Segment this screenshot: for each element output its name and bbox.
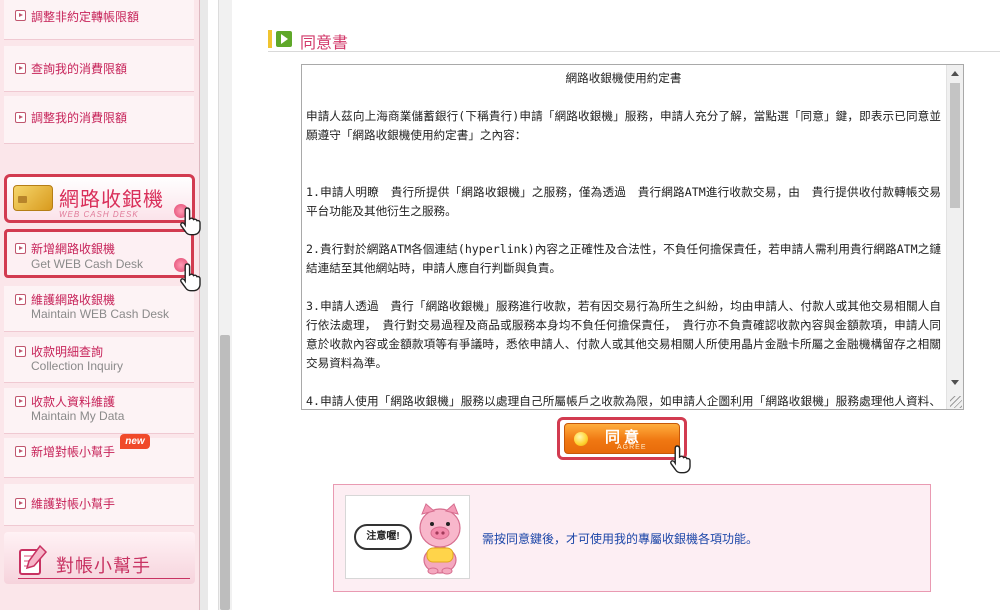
arrow-bullet-icon (15, 346, 26, 357)
terms-paragraph: 4.申請人使用「網路收銀機」服務以處理自己所屬帳戶之收款為限，如申請人企圖利用「… (306, 394, 941, 408)
arrow-bullet-icon (15, 294, 26, 305)
web-cash-desk-banner[interactable]: 網路收銀機 WEB CASH DESK (4, 174, 195, 223)
page-title: 同意書 (300, 35, 349, 52)
heading-accent-bar (268, 30, 272, 48)
terms-paragraph: 1.申請人明瞭 貴行所提供「網路收銀機」之服務，僅為透過 貴行網路ATM進行收款… (306, 185, 941, 218)
sidebar-item-adjust-transfer-limit[interactable]: 調整非約定轉帳限額 (4, 0, 194, 40)
sidebar-item-sublabel: Maintain My Data (31, 409, 125, 423)
reconciliation-helper-banner[interactable]: 對帳小幫手 (4, 532, 195, 584)
pig-mascot-icon (419, 503, 461, 575)
sidebar-item-label: 新增對帳小幫手 (31, 445, 116, 459)
agree-button-face[interactable]: 同意 AGREE (564, 423, 680, 454)
arrow-bullet-icon (15, 396, 26, 407)
arrow-bullet-icon (15, 243, 26, 254)
sidebar-item-label: 收款明細查詢 (31, 345, 104, 359)
sidebar-item-collection-inquiry[interactable]: 收款明細查詢 Collection Inquiry (4, 337, 194, 383)
sidebar-item-adjust-spending-limit[interactable]: 調整我的消費限額 (4, 96, 194, 144)
sidebar-item-sublabel: Get WEB Cash Desk (31, 257, 144, 271)
agree-button-sublabel: AGREE (617, 444, 647, 451)
arrow-bullet-icon (15, 446, 26, 457)
divider (18, 578, 190, 579)
heading-divider (268, 51, 1000, 52)
sidebar-item-maintain-reconciliation-helper[interactable]: 維護對帳小幫手 (4, 484, 194, 526)
sidebar: 調整非約定轉帳限額 查詢我的消費限額 調整我的消費限額 網路收銀機 WEB CA… (0, 0, 200, 610)
sidebar-item-sublabel: Maintain WEB Cash Desk (31, 307, 170, 321)
sidebar-item-label: 調整我的消費限額 (31, 111, 128, 125)
arrow-bullet-icon (15, 10, 26, 21)
sidebar-item-query-spending-limit[interactable]: 查詢我的消費限額 (4, 46, 194, 92)
web-cash-desk-subtitle: WEB CASH DESK (59, 210, 139, 219)
arrow-bullet-icon (15, 112, 26, 123)
sidebar-item-label: 查詢我的消費限額 (31, 62, 128, 76)
terms-scrollbar[interactable] (946, 65, 963, 409)
pointer-hand-icon (180, 207, 201, 236)
reconciliation-helper-title: 對帳小幫手 (56, 556, 151, 576)
arrow-bullet-icon (15, 63, 26, 74)
terms-paragraph: 2.貴行對於網路ATM各個連結(hyperlink)內容之正確性及合法性，不負任… (306, 242, 941, 275)
notice-box: 注意喔! 需按同意鍵後，才可使用我的專屬收銀機各項功能。 (333, 484, 931, 592)
terms-paragraph: 3.申請人透過 貴行「網路收銀機」服務進行收款，若有因交易行為所生之糾紛，均由申… (306, 299, 941, 370)
notice-bubble: 注意喔! (354, 524, 412, 550)
scroll-down-icon[interactable] (951, 380, 959, 385)
sidebar-item-label: 維護網路收銀機 (31, 293, 116, 307)
terms-content: 網路收銀機使用約定書 申請人茲向上海商業儲蓄銀行(下稱貴行)申請「網路收銀機」服… (302, 65, 947, 409)
scroll-up-icon[interactable] (951, 71, 959, 76)
notice-text: 需按同意鍵後，才可使用我的專屬收銀機各項功能。 (482, 532, 759, 546)
sidebar-item-add-reconciliation-helper[interactable]: 新增對帳小幫手 (4, 438, 194, 478)
play-arrow-icon (276, 31, 292, 47)
terms-textarea[interactable]: 網路收銀機使用約定書 申請人茲向上海商業儲蓄銀行(下稱貴行)申請「網路收銀機」服… (301, 64, 964, 410)
arrow-bullet-icon (15, 498, 26, 509)
page-scrollbar-thumb[interactable] (220, 335, 230, 610)
web-cash-desk-title: 網路收銀機 (59, 189, 164, 211)
sidebar-item-get-web-cash-desk[interactable]: 新增網路收銀機 Get WEB Cash Desk (4, 229, 194, 278)
sidebar-item-maintain-web-cash-desk[interactable]: 維護網路收銀機 Maintain WEB Cash Desk (4, 286, 194, 332)
sidebar-item-label: 維護對帳小幫手 (31, 497, 116, 511)
cash-card-icon (13, 185, 53, 211)
terms-paragraph: 申請人茲向上海商業儲蓄銀行(下稱貴行)申請「網路收銀機」服務，申請人充分了解，當… (306, 109, 941, 142)
sidebar-item-label: 收款人資料維護 (31, 395, 116, 409)
notice-illustration: 注意喔! (345, 495, 470, 579)
pen-paper-icon (19, 544, 48, 575)
terms-title: 網路收銀機使用約定書 (565, 71, 682, 85)
sidebar-item-label: 新增網路收銀機 (31, 242, 116, 256)
terms-scrollbar-thumb[interactable] (950, 83, 960, 208)
sidebar-item-maintain-my-data[interactable]: 收款人資料維護 Maintain My Data (4, 388, 194, 434)
sidebar-item-label: 調整非約定轉帳限額 (31, 10, 140, 24)
pointer-hand-icon (670, 445, 691, 474)
pointer-hand-icon (180, 263, 201, 292)
sidebar-item-sublabel: Collection Inquiry (31, 359, 124, 373)
resize-grip-icon[interactable] (950, 396, 962, 408)
orb-icon (574, 432, 588, 446)
new-badge: new (120, 434, 150, 449)
